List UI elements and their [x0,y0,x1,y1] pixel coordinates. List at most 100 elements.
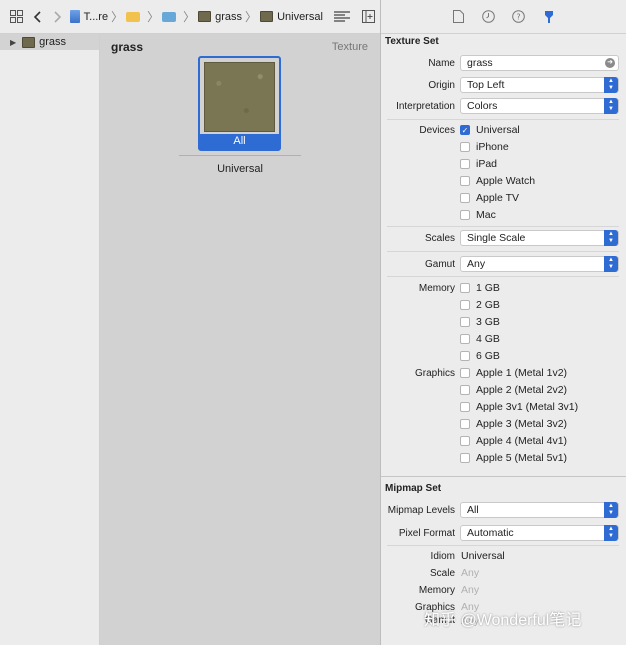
checkbox-label: Apple Watch [476,175,536,187]
scales-popup[interactable]: Single Scale ▲ ▼ [460,230,619,246]
checkbox-box[interactable] [460,176,470,186]
graphics-checkbox[interactable]: Apple 3 (Metal 3v2) [460,418,567,430]
memory-checkbox[interactable]: 4 GB [460,333,500,345]
gamut-popup[interactable]: Any ▲ ▼ [460,256,619,272]
origin-popup[interactable]: Top Left ▲ ▼ [460,77,619,93]
memory-label: Memory [418,283,455,294]
graphics-checkbox[interactable]: Apple 1 (Metal 1v2) [460,367,567,379]
chevron-right-icon: 〉 [147,10,160,24]
interpretation-popup[interactable]: Colors ▲ ▼ [460,98,619,114]
popup-arrows-icon: ▲ ▼ [604,502,618,518]
checkbox-label: 2 GB [476,299,500,311]
grid-icon[interactable] [8,7,26,27]
graphics-checkbox[interactable]: Apple 4 (Metal 4v1) [460,435,567,447]
divider [179,155,301,156]
forward-arrow-icon[interactable] [49,7,67,27]
checkbox-box[interactable] [460,368,470,378]
add-editor-icon[interactable] [359,7,377,27]
memory-checkbox[interactable]: 3 GB [460,316,500,328]
checkbox-box[interactable] [460,402,470,412]
scales-label: Scales [424,233,455,244]
texture-title: grass [111,40,144,54]
back-arrow-icon[interactable] [29,7,47,27]
breadcrumb-project[interactable]: T...re [84,11,108,23]
outline-item-label: grass [39,36,67,48]
asset-catalog-icon[interactable] [162,11,177,22]
graphics-checkbox[interactable]: Apple 5 (Metal 5v1) [460,452,567,464]
memory-checkbox[interactable]: 6 GB [460,350,500,362]
name-value: grass [467,57,493,69]
checkbox-box[interactable] [460,385,470,395]
checkbox-label: Universal [476,124,520,136]
history-clock-icon[interactable] [481,9,497,25]
arrow-right-circle-icon[interactable]: ➜ [605,58,615,68]
device-checkbox[interactable]: Apple Watch [460,175,535,187]
checkbox-label: Apple 5 (Metal 5v1) [476,452,568,464]
mipmap-levels-popup[interactable]: All ▲ ▼ [460,502,619,518]
help-question-icon[interactable]: ? [511,9,527,25]
section-divider [381,476,626,477]
checkbox-box[interactable] [460,419,470,429]
device-checkbox[interactable]: ✓ Universal [460,124,520,136]
mipmap-set-heading: Mipmap Set [385,483,442,494]
checkbox-label: Apple 3 (Metal 3v2) [476,418,568,430]
disclosure-triangle-icon[interactable]: ▶ [10,38,16,47]
breadcrumb-universal[interactable]: Universal [277,11,323,23]
breadcrumb-grass[interactable]: grass [215,11,242,23]
graphics-checkbox[interactable]: Apple 2 (Metal 2v2) [460,384,567,396]
origin-value: Top Left [467,79,505,91]
scales-value: Single Scale [467,232,526,244]
checkbox-box[interactable] [460,453,470,463]
name-field[interactable]: grass ➜ [460,55,619,71]
mipmap-levels-label: Mipmap Levels [387,505,455,516]
attributes-inspector-icon[interactable] [541,9,557,25]
scale-value: Any [461,567,480,579]
project-file-icon [69,10,80,23]
graphics-label: Graphics [414,368,455,379]
device-checkbox[interactable]: Mac [460,209,496,221]
texture-slot[interactable]: All [198,56,281,151]
graphics-checkbox[interactable]: Apple 3v1 (Metal 3v1) [460,401,578,413]
pixel-format-popup[interactable]: Automatic ▲ ▼ [460,525,619,541]
checkbox-box[interactable] [460,334,470,344]
popup-arrows-icon: ▲ ▼ [604,525,618,541]
checkbox-box[interactable] [460,283,470,293]
list-lines-icon[interactable] [333,7,351,27]
mipmap-levels-value: All [467,504,479,516]
checkbox-box[interactable] [460,159,470,169]
texture-icon [260,11,274,22]
chevron-right-icon: 〉 [183,10,196,24]
device-checkbox[interactable]: iPad [460,158,497,170]
grass-texture-image [204,62,275,132]
checkbox-box[interactable] [460,317,470,327]
checkbox-box[interactable] [460,436,470,446]
checkbox-label: 6 GB [476,350,500,362]
checkbox-label: 1 GB [476,282,500,294]
memory-checkbox[interactable]: 1 GB [460,282,500,294]
checkbox-box[interactable] [460,193,470,203]
device-checkbox[interactable]: Apple TV [460,192,519,204]
interpretation-value: Colors [467,100,498,112]
asset-outline: ▶ grass [0,34,100,645]
device-checkbox[interactable]: iPhone [460,141,509,153]
outline-item-grass[interactable]: ▶ grass [0,34,99,50]
interpretation-label: Interpretation [396,101,455,112]
chevron-right-icon: 〉 [245,10,258,24]
checkbox-box[interactable] [460,300,470,310]
checkbox-box[interactable] [460,351,470,361]
file-inspector-icon[interactable] [451,9,467,25]
checkbox-label: Apple 1 (Metal 1v2) [476,367,568,379]
slot-label: All [200,134,279,149]
origin-label: Origin [428,80,455,91]
memory-checkbox[interactable]: 2 GB [460,299,500,311]
checkbox-label: iPhone [476,141,509,153]
folder-icon[interactable] [126,11,141,22]
texture-icon [22,36,36,48]
popup-arrows-icon: ▲ ▼ [604,98,618,114]
checkbox-box[interactable] [460,210,470,220]
divider [387,226,619,227]
checkmark-icon[interactable]: ✓ [460,125,470,135]
checkbox-label: 3 GB [476,316,500,328]
memory-info-value: Any [461,584,480,596]
checkbox-box[interactable] [460,142,470,152]
